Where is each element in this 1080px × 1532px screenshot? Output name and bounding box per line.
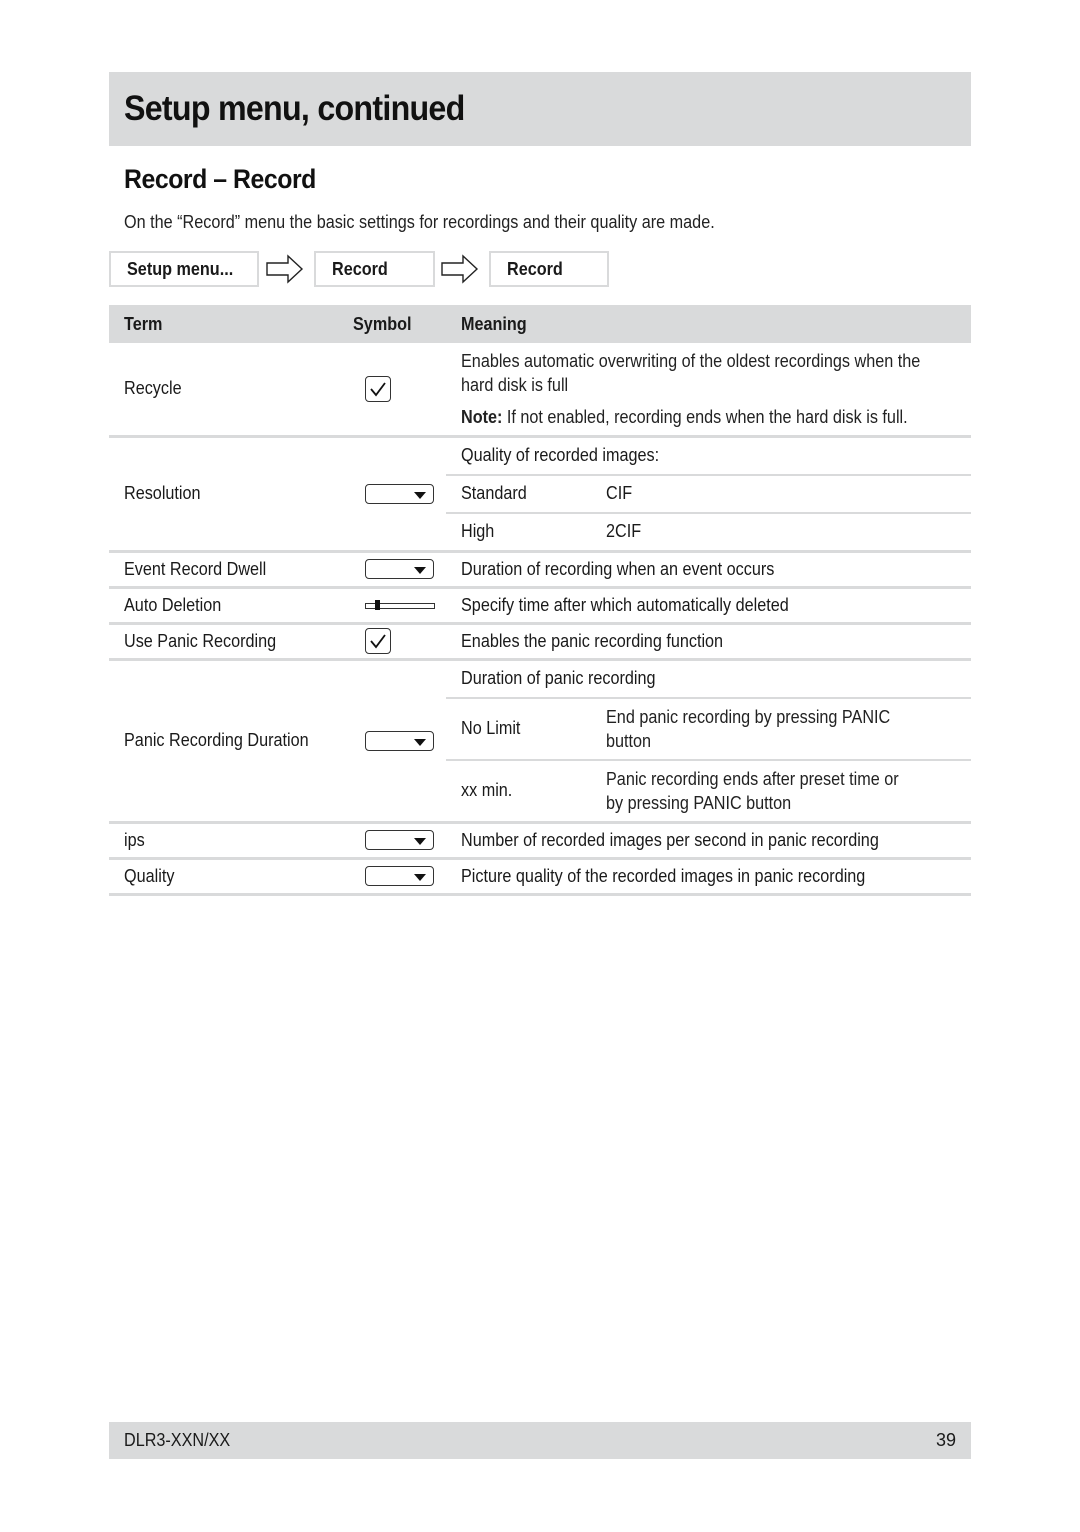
option-row: xx min. Panic recording ends after prese… <box>446 760 971 821</box>
dropdown-icon <box>364 866 434 886</box>
symbol-cell <box>352 436 446 553</box>
page-title: Setup menu, continued <box>124 89 465 128</box>
table-row-quality: Quality Picture quality of the recorded … <box>109 858 971 896</box>
table-row-recycle: Recycle Enables automatic overwriting of… <box>109 343 971 438</box>
note-text: Note: If not enabled, recording ends whe… <box>460 406 908 427</box>
meaning-cell: Duration of recording when an event occu… <box>445 551 971 589</box>
table-row-ips: ips Number of recorded images per second… <box>109 822 971 860</box>
checkbox-checked-icon <box>364 628 391 654</box>
dropdown-icon <box>364 483 434 504</box>
meaning-cell: Enables automatic overwriting of the old… <box>445 343 971 438</box>
term-cell: Use Panic Recording <box>109 623 353 661</box>
term-cell: Panic Recording Duration <box>109 659 353 824</box>
symbol-cell <box>352 551 446 589</box>
option-row: No Limit End panic recording by pressing… <box>445 697 971 761</box>
option-value: 2CIF <box>605 521 641 541</box>
symbol-cell <box>352 343 446 438</box>
table-row-panic-recording-duration: Panic Recording Duration Duration of pan… <box>109 659 971 824</box>
symbol-cell <box>352 659 446 824</box>
caret-down-icon <box>413 874 426 881</box>
column-header-meaning: Meaning <box>445 305 971 343</box>
column-header-term: Term <box>109 305 353 343</box>
model-number: DLR3-XXN/XX <box>124 1430 231 1450</box>
section-intro: On the “Record” menu the basic settings … <box>124 212 715 232</box>
arrow-right-outline-icon <box>441 254 479 284</box>
section-title: Record – Record <box>124 164 316 194</box>
term-cell: Quality <box>109 858 353 896</box>
dropdown-icon <box>364 559 434 579</box>
symbol-cell <box>352 822 446 860</box>
meaning-cell: Picture quality of the recorded images i… <box>445 858 971 896</box>
term-cell: Recycle <box>109 343 353 438</box>
meaning-cell: Specify time after which automatically d… <box>445 587 971 625</box>
column-header-symbol: Symbol <box>352 305 446 343</box>
checkbox-checked-icon <box>364 375 391 402</box>
table-header-row: Term Symbol Meaning <box>109 305 971 343</box>
option-label: High <box>460 521 495 541</box>
breadcrumb-label: Record <box>507 259 563 279</box>
meaning-text: Duration of panic recording <box>460 668 656 688</box>
dropdown-icon <box>364 730 434 751</box>
term-cell: ips <box>109 822 353 860</box>
term-cell: Event Record Dwell <box>109 551 353 589</box>
meaning-cell: Number of recorded images per second in … <box>445 822 971 860</box>
caret-down-icon <box>413 838 426 845</box>
option-value: End panic recording by pressing PANIC bu… <box>605 697 971 761</box>
option-label: Standard <box>460 483 527 503</box>
caret-down-icon <box>413 738 426 746</box>
symbol-cell <box>352 858 446 896</box>
page-footer: DLR3-XXN/XX 39 <box>109 1422 971 1459</box>
breadcrumb-item-record-sub: Record <box>489 251 609 287</box>
option-value: Panic recording ends after preset time o… <box>605 768 899 813</box>
meaning-cell: Quality of recorded images: Standard CIF … <box>445 436 971 553</box>
page-number: 39 <box>935 1430 956 1450</box>
symbol-cell <box>352 623 446 661</box>
breadcrumb: Setup menu... Record Record <box>109 251 629 287</box>
option-row: Standard CIF <box>445 474 971 514</box>
page-header: Setup menu, continued <box>109 72 971 146</box>
dropdown-icon <box>364 830 434 850</box>
settings-table: Term Symbol Meaning Recycle Enables auto… <box>109 305 971 896</box>
caret-down-icon <box>413 567 426 574</box>
caret-down-icon <box>413 491 426 499</box>
table-row-event-record-dwell: Event Record Dwell Duration of recording… <box>109 551 971 589</box>
meaning-text: Enables automatic overwriting of the old… <box>460 350 920 371</box>
table-row-use-panic-recording: Use Panic Recording Enables the panic re… <box>109 623 971 661</box>
meaning-text: Quality of recorded images: <box>460 445 659 465</box>
meaning-text: hard disk is full <box>460 374 568 395</box>
option-label: No Limit <box>460 718 521 738</box>
option-row: High 2CIF <box>446 513 971 550</box>
slider-icon <box>364 600 435 610</box>
term-cell: Resolution <box>109 436 353 553</box>
option-value: CIF <box>605 483 632 503</box>
table-row-auto-deletion: Auto Deletion Specify time after which a… <box>109 587 971 625</box>
meaning-cell: Enables the panic recording function <box>445 623 971 661</box>
meaning-cell: Duration of panic recording No Limit End… <box>445 659 971 824</box>
breadcrumb-item-setup-menu: Setup menu... <box>109 251 259 287</box>
term-cell: Auto Deletion <box>109 587 353 625</box>
table-row-resolution: Resolution Quality of recorded images: S… <box>109 436 971 553</box>
breadcrumb-item-record: Record <box>314 251 435 287</box>
arrow-right-outline-icon <box>266 254 304 284</box>
symbol-cell <box>352 587 446 625</box>
option-label: xx min. <box>460 780 513 800</box>
breadcrumb-label: Setup menu... <box>127 259 234 279</box>
breadcrumb-label: Record <box>332 259 388 279</box>
